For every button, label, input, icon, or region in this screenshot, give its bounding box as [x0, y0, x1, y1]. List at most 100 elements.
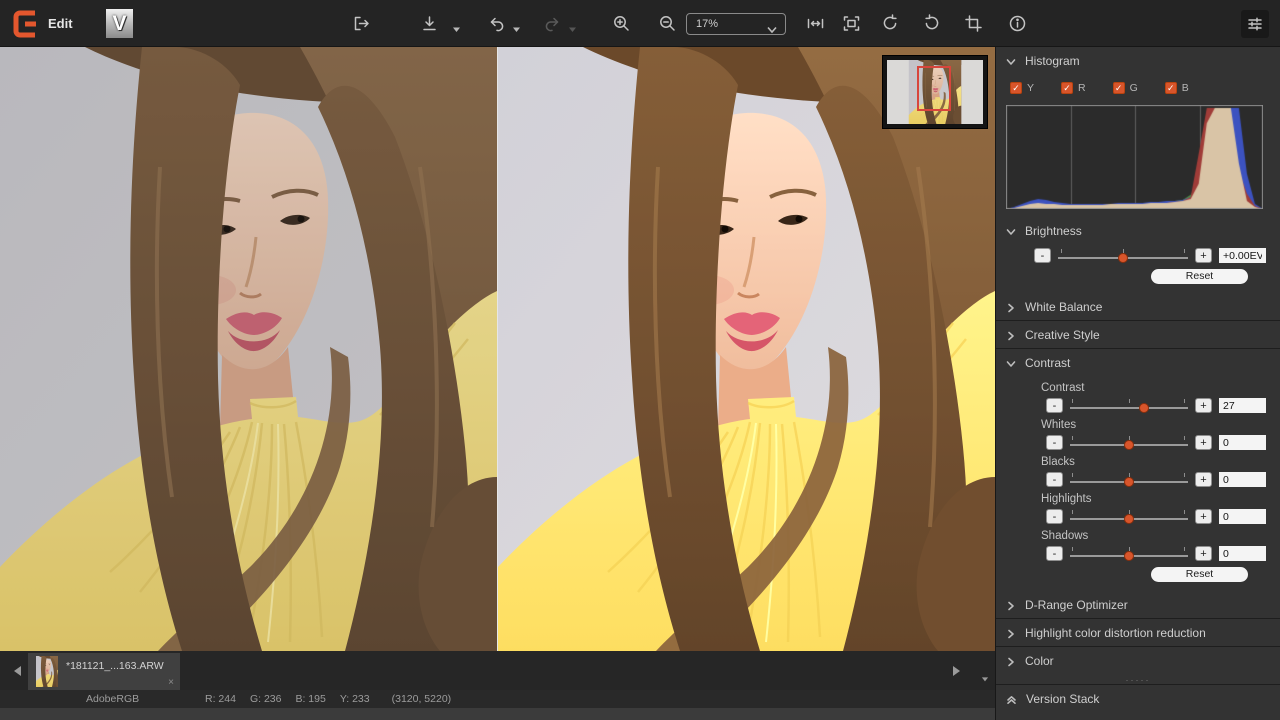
slider-label: Contrast	[1041, 382, 1280, 394]
filmstrip-next-icon[interactable]	[952, 664, 962, 676]
save-options-caret-icon[interactable]	[452, 20, 461, 27]
slider-value-field[interactable]	[1219, 435, 1266, 450]
slider-thumb[interactable]	[1124, 477, 1134, 487]
contrast-reset-button[interactable]: Reset	[1151, 567, 1248, 582]
section-version-stack[interactable]: Version Stack	[996, 684, 1280, 712]
brightness-reset-button[interactable]: Reset	[1151, 269, 1248, 284]
section-brightness[interactable]: Brightness	[996, 217, 1280, 244]
brightness-value-field[interactable]	[1219, 248, 1266, 263]
sliders-icon	[1246, 15, 1264, 33]
section-creative-style[interactable]: Creative Style	[996, 320, 1280, 348]
undo-icon[interactable]	[487, 14, 506, 33]
section-highlight-color-distortion-reduction[interactable]: Highlight color distortion reduction	[996, 618, 1280, 646]
slider-control[interactable]	[1070, 435, 1188, 450]
redo-options-caret-icon	[568, 20, 577, 27]
section-d-range-optimizer[interactable]: D-Range Optimizer	[996, 591, 1280, 618]
slider-value-field[interactable]	[1219, 546, 1266, 561]
slider-row: - +	[1046, 472, 1280, 487]
slider-control[interactable]	[1070, 546, 1188, 561]
channel-toggle[interactable]: ✓ B	[1165, 82, 1189, 94]
save-icon[interactable]	[420, 14, 439, 33]
undo-options-caret-icon[interactable]	[512, 20, 521, 27]
export-icon[interactable]	[352, 14, 371, 33]
section-histogram[interactable]: Histogram	[996, 47, 1280, 74]
section-title: Histogram	[1025, 54, 1080, 68]
section-color[interactable]: Color	[996, 646, 1280, 674]
rotate-cw-icon[interactable]	[923, 14, 942, 33]
slider-value-field[interactable]	[1219, 398, 1266, 413]
image-before[interactable]	[0, 47, 497, 651]
imaging-edge-edit-logo	[10, 8, 42, 40]
fit-screen-icon[interactable]	[842, 14, 861, 33]
channel-toggle[interactable]: ✓ G	[1113, 82, 1138, 94]
channel-toggle[interactable]: ✓ R	[1061, 82, 1086, 94]
slider-thumb[interactable]	[1124, 440, 1134, 450]
filmstrip-prev-icon[interactable]	[12, 664, 22, 676]
slider-thumb[interactable]	[1139, 403, 1149, 413]
checkbox-checked-icon[interactable]: ✓	[1165, 82, 1177, 94]
chevron-right-icon	[1006, 656, 1016, 666]
slider-control[interactable]	[1070, 472, 1188, 487]
checkbox-checked-icon[interactable]: ✓	[1113, 82, 1125, 94]
slider-thumb[interactable]	[1124, 514, 1134, 524]
filmstrip-selected-thumbnail[interactable]: *181121_...163.ARW ×	[28, 653, 180, 690]
info-icon[interactable]	[1008, 14, 1027, 33]
panel-settings-toggle[interactable]	[1241, 10, 1269, 38]
close-icon[interactable]: ×	[168, 677, 174, 689]
decrease-button[interactable]: -	[1046, 472, 1063, 487]
section-title: Creative Style	[1025, 328, 1100, 342]
checkbox-checked-icon[interactable]: ✓	[1010, 82, 1022, 94]
image-after[interactable]	[498, 47, 995, 651]
slider-thumb[interactable]	[1124, 551, 1134, 561]
section-title: Version Stack	[1026, 692, 1099, 706]
slider-row: - +	[1046, 509, 1280, 524]
increase-button[interactable]: +	[1195, 435, 1212, 450]
section-contrast[interactable]: Contrast	[996, 348, 1280, 376]
chevron-right-icon	[1006, 628, 1016, 638]
chevron-down-icon	[1006, 358, 1016, 368]
slider-value-field[interactable]	[1219, 509, 1266, 524]
panel-resize-handle[interactable]: ·····	[996, 676, 1280, 684]
chevron-down-icon	[1006, 56, 1016, 66]
viewer-app-icon[interactable]: V	[106, 9, 133, 38]
navigator-view-rectangle[interactable]	[917, 66, 952, 111]
checkbox-checked-icon[interactable]: ✓	[1061, 82, 1073, 94]
rotate-ccw-icon[interactable]	[880, 14, 899, 33]
pixel-values: R: 244 G: 236 B: 195 Y: 233 (3120, 5220)	[205, 690, 451, 708]
navigator-panel[interactable]	[882, 55, 988, 129]
status-bar: AdobeRGB R: 244 G: 236 B: 195 Y: 233 (31…	[0, 690, 995, 708]
section-title: Brightness	[1025, 224, 1082, 238]
decrease-button[interactable]: -	[1046, 546, 1063, 561]
chevron-right-icon	[1006, 302, 1016, 312]
slider-label: Shadows	[1041, 530, 1280, 542]
decrease-button[interactable]: -	[1034, 248, 1051, 263]
zoom-in-icon[interactable]	[612, 14, 631, 33]
filmstrip-menu-caret-icon[interactable]	[981, 669, 989, 675]
slider-value-field[interactable]	[1219, 472, 1266, 487]
increase-button[interactable]: +	[1195, 509, 1212, 524]
slider-label: Highlights	[1041, 493, 1280, 505]
zoom-level-select[interactable]: 17%	[686, 13, 786, 35]
section-white-balance[interactable]: White Balance	[996, 293, 1280, 320]
increase-button[interactable]: +	[1195, 248, 1212, 263]
zoom-out-icon[interactable]	[658, 14, 677, 33]
increase-button[interactable]: +	[1195, 398, 1212, 413]
channel-label: R	[1078, 82, 1086, 94]
crop-icon[interactable]	[964, 14, 983, 33]
channel-label: G	[1130, 82, 1138, 94]
section-title: Contrast	[1025, 356, 1070, 370]
section-title: White Balance	[1025, 300, 1102, 314]
slider-control[interactable]	[1070, 509, 1188, 524]
top-toolbar: Edit V 17%	[0, 0, 1280, 47]
brightness-slider[interactable]	[1058, 248, 1188, 263]
slider-control[interactable]	[1070, 398, 1188, 413]
channel-toggle[interactable]: ✓ Y	[1010, 82, 1034, 94]
decrease-button[interactable]: -	[1046, 398, 1063, 413]
fit-width-icon[interactable]	[806, 14, 825, 33]
increase-button[interactable]: +	[1195, 472, 1212, 487]
decrease-button[interactable]: -	[1046, 435, 1063, 450]
histogram-chart	[1006, 105, 1270, 209]
increase-button[interactable]: +	[1195, 546, 1212, 561]
decrease-button[interactable]: -	[1046, 509, 1063, 524]
slider-thumb[interactable]	[1118, 253, 1128, 263]
